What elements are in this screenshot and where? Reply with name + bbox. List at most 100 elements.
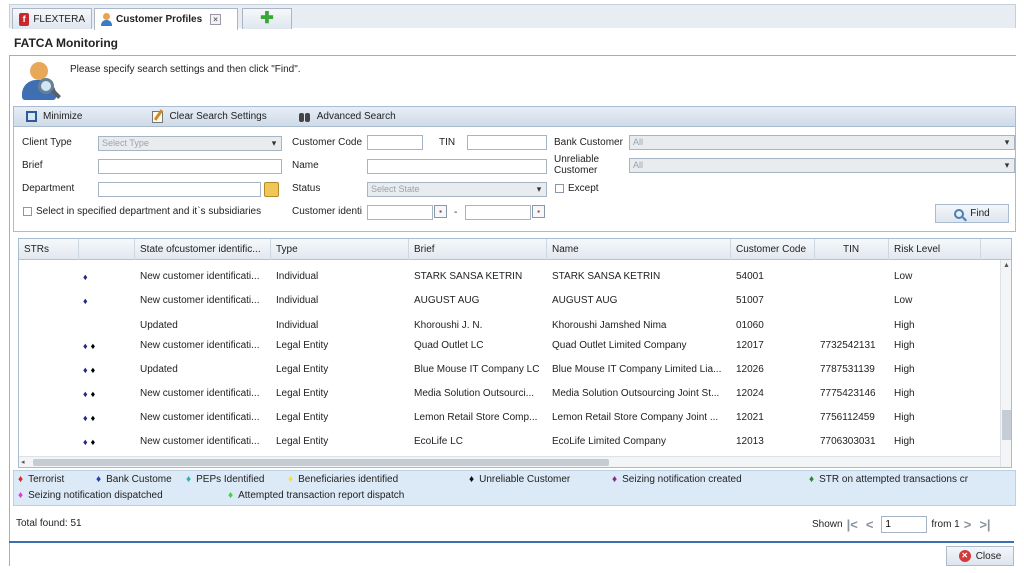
diamond-icon: ♦ (186, 474, 192, 485)
eraser-icon (152, 110, 164, 123)
column-header-customer-code[interactable]: Customer Code (731, 239, 815, 260)
next-page-icon[interactable]: > (964, 517, 972, 532)
client-type-label: Client Type (22, 137, 72, 148)
scroll-up-icon[interactable]: ▲ (1003, 262, 1010, 269)
diamond-icon: ♦ (90, 365, 96, 375)
cell-risk: High (894, 364, 915, 375)
advanced-label: Advanced Search (316, 111, 396, 122)
table-row[interactable]: ♦ ♦ Updated Legal Entity Blue Mouse IT Compa… (19, 358, 999, 382)
unreliable-value: All (633, 160, 644, 170)
folder-icon[interactable] (264, 182, 279, 197)
column-header-brief[interactable]: Brief (409, 239, 547, 260)
column-header-tin[interactable]: TIN (815, 239, 889, 260)
column-header-strs[interactable]: STRs (19, 239, 79, 260)
calendar-icon[interactable]: ▪ (434, 205, 447, 218)
page-number-input[interactable] (881, 515, 928, 533)
diamond-icon: ♦ (90, 341, 96, 351)
cell-brief: Media Solution Outsourci... (414, 388, 535, 399)
department-label: Department (22, 183, 75, 194)
cell-tin: 7756112459 (820, 412, 875, 423)
department-input[interactable] (98, 182, 261, 197)
close-tab-icon[interactable]: × (210, 14, 222, 25)
horizontal-scrollbar[interactable]: ◂ (19, 456, 1000, 467)
tin-input[interactable] (467, 135, 547, 150)
scroll-left-icon[interactable]: ◂ (21, 458, 25, 466)
table-row[interactable]: ♦ ♦ New customer identificati... Legal Enti… (19, 430, 999, 454)
column-header-name[interactable]: Name (547, 239, 731, 260)
row-flag-icons: ♦ ♦ (79, 430, 135, 454)
cell-name: Quad Outlet Limited Company (552, 340, 687, 351)
legend: ♦ Terrorist ♦ Bank Custome ♦ PEPs Identifie… (13, 470, 1016, 506)
prev-page-icon[interactable]: < (866, 517, 874, 532)
cell-tin (815, 289, 889, 313)
status-select[interactable]: Select State ▾ (367, 182, 547, 197)
legend-item: ♦ STR on attempted transactions cr (809, 474, 968, 485)
calendar-icon[interactable]: ▪ (532, 205, 545, 218)
search-toolbar: Minimize Clear Search Settings Advanced … (13, 106, 1016, 127)
cell-tin: 7787531139 (820, 364, 875, 375)
table-row[interactable]: ♦ New customer identificati... Individual A… (19, 289, 999, 313)
column-header-risk-level[interactable]: Risk Level (889, 239, 981, 260)
date-from-input[interactable] (367, 205, 433, 220)
scrollbar-thumb[interactable] (1002, 410, 1011, 440)
tab-customer-profiles[interactable]: Customer Profiles × (94, 8, 238, 30)
except-checkbox[interactable] (555, 184, 564, 193)
chevron-down-icon: ▾ (1004, 137, 1010, 147)
pager: Shown |< < from 1 > >| (812, 514, 995, 534)
cell-code: 12021 (736, 412, 764, 423)
minimize-button[interactable]: Minimize (20, 107, 88, 126)
total-found: Total found: 51 (16, 518, 82, 529)
customer-code-input[interactable] (367, 135, 423, 150)
cell-type: Legal Entity (276, 436, 329, 447)
table-row[interactable]: ♦ ♦ New customer identificati... Legal Enti… (19, 334, 999, 358)
clear-search-settings-button[interactable]: Clear Search Settings (146, 107, 272, 126)
table-row[interactable]: ♦ ♦ New customer identificati... Legal Enti… (19, 406, 999, 430)
vertical-scrollbar[interactable]: ▲ (1000, 260, 1011, 467)
name-input[interactable] (367, 159, 547, 174)
binoculars-icon (298, 111, 311, 123)
brief-input[interactable] (98, 159, 282, 174)
cell-brief: Quad Outlet LC (414, 340, 484, 351)
table-row[interactable]: ♦ New customer identificati... Individual S… (19, 265, 999, 289)
legend-item: ♦ Unreliable Customer (469, 474, 570, 485)
cell-name: AUGUST AUG (552, 295, 618, 306)
tab-flextera[interactable]: f FLEXTERA (12, 8, 92, 29)
cell-risk: Low (894, 295, 913, 306)
diamond-icon: ♦ (228, 490, 234, 501)
cell-type: Legal Entity (276, 364, 329, 375)
close-button[interactable]: ✕ Close (946, 546, 1014, 566)
diamond-icon: ♦ (809, 474, 815, 485)
subsidiaries-label: Select in specified department and it`s … (36, 206, 262, 217)
new-tab-button[interactable]: ✚ (242, 8, 292, 29)
bank-customer-select[interactable]: All ▾ (629, 135, 1015, 150)
row-flag-icons: ♦ (79, 289, 135, 313)
column-header-type[interactable]: Type (271, 239, 409, 260)
table-row[interactable]: ♦ ♦ New customer identificati... Legal Enti… (19, 382, 999, 406)
search-form: Client Type Select Type ▾ Brief Departme… (13, 127, 1016, 232)
legend-label: PEPs Identified (196, 474, 265, 485)
unreliable-customer-select[interactable]: All ▾ (629, 158, 1015, 173)
close-label: Close (975, 550, 1002, 562)
legend-label: Seizing notification created (622, 474, 742, 485)
unreliable-label-line1: Unreliable (554, 154, 600, 165)
cell-risk: High (894, 412, 915, 423)
minimize-label: Minimize (43, 111, 83, 122)
except-label: Except (568, 183, 599, 194)
client-type-select[interactable]: Select Type ▾ (98, 136, 282, 151)
date-to-input[interactable] (465, 205, 531, 220)
from-label: from 1 (931, 518, 960, 530)
find-button[interactable]: Find (935, 204, 1009, 223)
chevron-down-icon: ▾ (271, 138, 277, 148)
legend-item: ♦ PEPs Identified (186, 474, 264, 485)
chevron-down-icon: ▾ (1004, 160, 1010, 170)
subsidiaries-checkbox[interactable] (23, 207, 32, 216)
first-page-icon[interactable]: |< (847, 517, 858, 532)
diamond-icon: ♦ (83, 413, 88, 423)
column-header-marks[interactable] (79, 239, 135, 260)
last-page-icon[interactable]: >| (979, 517, 990, 532)
tin-label: TIN (439, 137, 456, 148)
cell-brief: STARK SANSA KETRIN (414, 271, 523, 282)
column-header-state[interactable]: State ofcustomer identific... (135, 239, 271, 260)
scrollbar-thumb[interactable] (33, 459, 609, 466)
advanced-search-button[interactable]: Advanced Search (293, 107, 402, 126)
